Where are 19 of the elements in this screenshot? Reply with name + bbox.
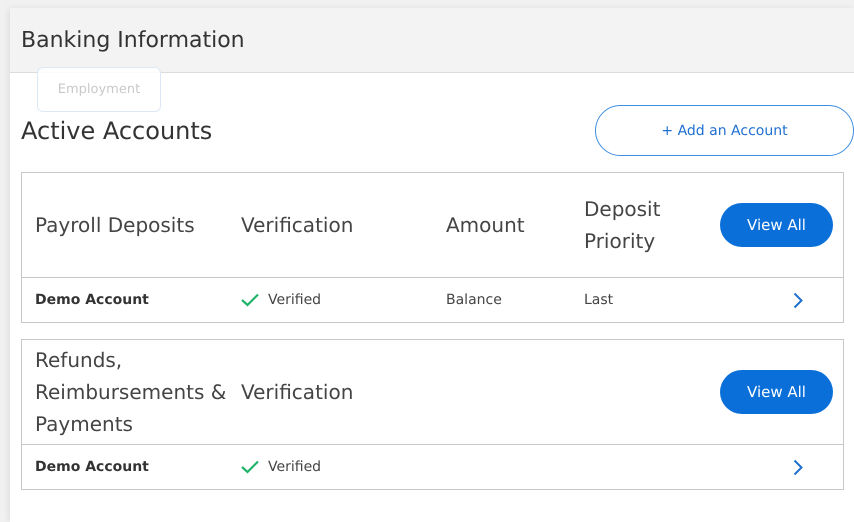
- amount-cell-text: Balance: [446, 292, 503, 308]
- chevron-right-icon[interactable]: [793, 292, 803, 308]
- page-title: Banking Information: [21, 28, 245, 52]
- column-header: Refunds, Reimbursements & Payments: [35, 347, 228, 438]
- column-header: Payroll Deposits: [35, 212, 196, 239]
- section-heading: Active Accounts: [21, 116, 212, 144]
- view-all-button[interactable]: View All: [720, 203, 833, 247]
- column-header: Verification: [241, 212, 354, 239]
- column-header: Deposit Priority: [584, 196, 662, 255]
- chevron-right-icon[interactable]: [793, 458, 803, 476]
- verification-status: Verified: [268, 292, 322, 308]
- add-account-button[interactable]: + Add an Account: [595, 105, 854, 156]
- column-header: Verification: [241, 379, 354, 406]
- verification-status: Verified: [268, 459, 322, 475]
- column-header: Amount: [446, 212, 526, 239]
- priority-cell-text: Last: [584, 292, 614, 308]
- account-name: Demo Account: [35, 459, 150, 475]
- view-all-button[interactable]: View All: [720, 370, 833, 414]
- account-name: Demo Account: [35, 292, 150, 308]
